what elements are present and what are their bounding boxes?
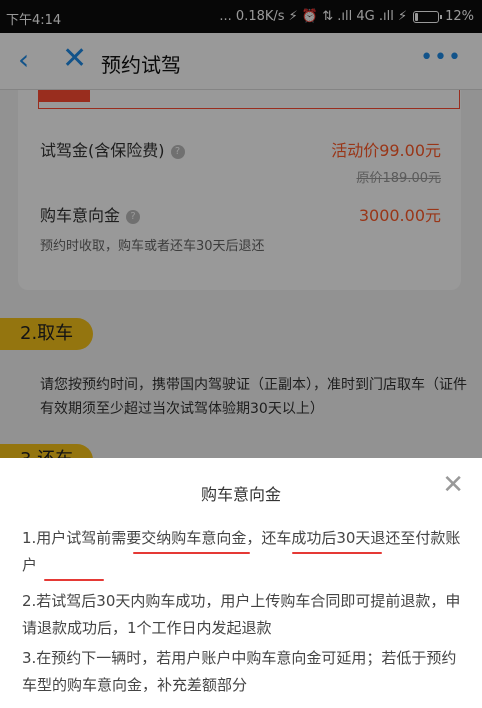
close-icon[interactable]: ✕	[442, 470, 464, 500]
highlight-underline	[133, 552, 250, 554]
deposit-info-sheet: 购车意向金 ✕ 1.用户试驾前需要交纳购车意向金，还车成功后30天退还至付款账户…	[0, 458, 482, 708]
sheet-title: 购车意向金	[200, 485, 281, 504]
sheet-paragraph-2: 2.若试驾后30天内购车成功，用户上传购车合同即可提前退款，申请退款成功后，1个…	[22, 592, 461, 637]
sheet-paragraph-3: 3.在预约下一辆时，若用户账户中购车意向金可延用；若低于预约车型的购车意向金，补…	[22, 649, 457, 694]
highlight-underline	[44, 579, 104, 581]
highlight-underline	[292, 552, 382, 554]
